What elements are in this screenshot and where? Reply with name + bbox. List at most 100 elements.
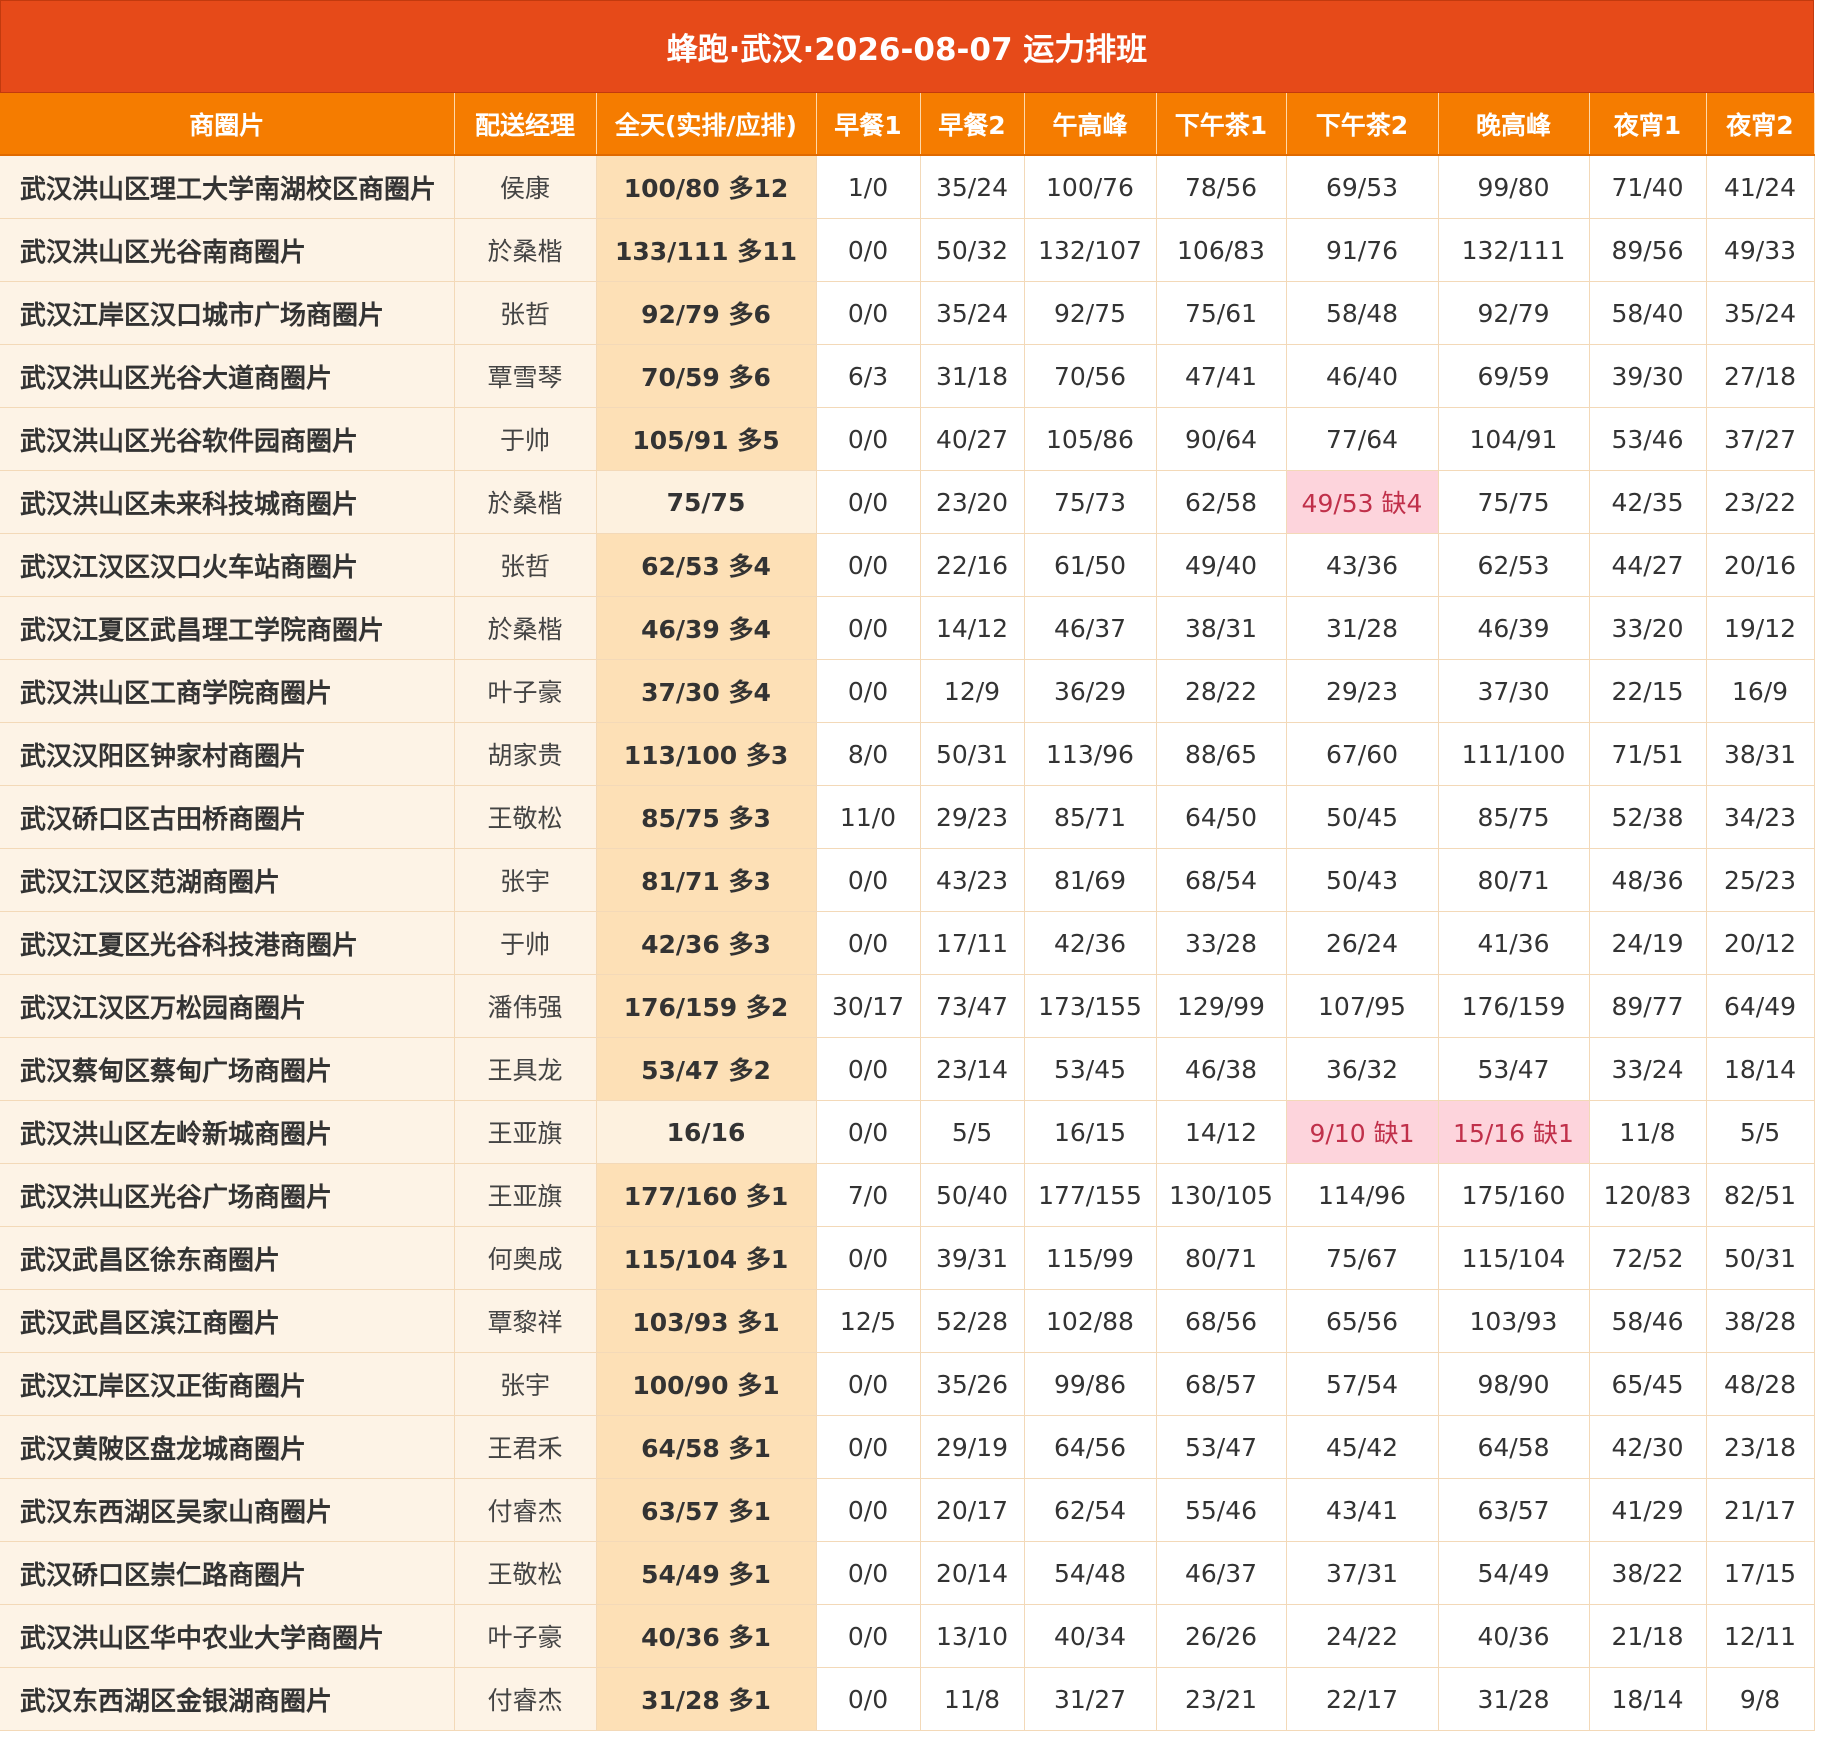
manager-cell: 王具龙 [454,1037,597,1101]
allday-cell: 85/75 多3 [596,785,817,849]
slot-cell: 11/8 [1589,1100,1707,1164]
slot-cell: 38/28 [1706,1289,1815,1353]
slot-cell: 98/90 [1438,1352,1590,1416]
slot-cell: 89/56 [1589,218,1707,282]
area-cell: 武汉黄陂区盘龙城商圈片 [0,1415,455,1479]
table-row: 武汉洪山区理工大学南湖校区商圈片 侯康 100/80 多12 1/0 35/24 100/… [0,155,1815,219]
slot-cell: 102/88 [1024,1289,1157,1353]
slot-cell: 33/28 [1156,911,1287,975]
column-header: 夜宵1 [1589,93,1707,156]
slot-cell: 68/56 [1156,1289,1287,1353]
area-cell: 武汉江夏区武昌理工学院商圈片 [0,596,455,660]
slot-cell: 20/17 [920,1478,1025,1542]
slot-cell: 25/23 [1706,848,1815,912]
area-cell: 武汉洪山区左岭新城商圈片 [0,1100,455,1164]
slot-cell: 41/29 [1589,1478,1707,1542]
area-cell: 武汉东西湖区吴家山商圈片 [0,1478,455,1542]
table-row: 武汉洪山区未来科技城商圈片 於桑楷 75/75 0/0 23/20 75/73 62/58 4… [0,470,1815,534]
slot-cell: 37/31 [1286,1541,1439,1605]
slot-cell: 43/41 [1286,1478,1439,1542]
slot-cell: 5/5 [1706,1100,1815,1164]
slot-cell: 54/48 [1024,1541,1157,1605]
table-row: 武汉洪山区光谷软件园商圈片 于帅 105/91 多5 0/0 40/27 105/86 90… [0,407,1815,471]
allday-cell: 113/100 多3 [596,722,817,786]
manager-cell: 覃雪琴 [454,344,597,408]
slot-cell: 23/18 [1706,1415,1815,1479]
allday-cell: 42/36 多3 [596,911,817,975]
slot-cell: 62/53 [1438,533,1590,597]
slot-cell: 12/9 [920,659,1025,723]
table-row: 武汉江汉区范湖商圈片 张宇 81/71 多3 0/0 43/23 81/69 68/54 50… [0,848,1815,912]
slot-cell: 107/95 [1286,974,1439,1038]
slot-cell: 35/24 [1706,281,1815,345]
table-row: 武汉江夏区光谷科技港商圈片 于帅 42/36 多3 0/0 17/11 42/36 33/2… [0,911,1815,975]
slot-cell: 35/24 [920,155,1025,219]
slot-cell: 0/0 [816,1415,921,1479]
table-row: 武汉江岸区汉口城市广场商圈片 张哲 92/79 多6 0/0 35/24 92/75 75/… [0,281,1815,345]
column-header: 夜宵2 [1706,93,1815,156]
slot-cell: 31/28 [1286,596,1439,660]
table-row: 武汉洪山区华中农业大学商圈片 叶子豪 40/36 多1 0/0 13/10 40/34 26… [0,1604,1815,1668]
slot-cell: 104/91 [1438,407,1590,471]
allday-cell: 103/93 多1 [596,1289,817,1353]
area-cell: 武汉江汉区万松园商圈片 [0,974,455,1038]
slot-cell: 103/93 [1438,1289,1590,1353]
manager-cell: 覃黎祥 [454,1289,597,1353]
table-row: 武汉江汉区万松园商圈片 潘伟强 176/159 多2 30/17 73/47 173/15… [0,974,1815,1038]
slot-cell: 46/37 [1024,596,1157,660]
area-cell: 武汉武昌区徐东商圈片 [0,1226,455,1290]
slot-cell: 9/8 [1706,1667,1815,1731]
slot-cell: 43/36 [1286,533,1439,597]
allday-cell: 100/80 多12 [596,155,817,219]
allday-cell: 92/79 多6 [596,281,817,345]
schedule-sheet: 蜂跑·武汉·2026-08-07 运力排班 商圈片 配送经理 全天(实排/应排)… [0,0,1815,1731]
slot-cell: 24/22 [1286,1604,1439,1668]
slot-cell: 8/0 [816,722,921,786]
area-cell: 武汉洪山区工商学院商圈片 [0,659,455,723]
slot-cell: 49/40 [1156,533,1287,597]
header-row: 商圈片 配送经理 全天(实排/应排) 早餐1 早餐2 午高峰 下午茶1 下午茶2… [0,93,1815,156]
slot-cell: 31/27 [1024,1667,1157,1731]
slot-cell: 35/26 [920,1352,1025,1416]
slot-cell: 26/24 [1286,911,1439,975]
column-header: 配送经理 [454,93,597,156]
slot-cell: 37/30 [1438,659,1590,723]
slot-cell: 48/28 [1706,1352,1815,1416]
table-body: 武汉洪山区理工大学南湖校区商圈片 侯康 100/80 多12 1/0 35/24 100/… [0,155,1815,1731]
slot-cell: 91/76 [1286,218,1439,282]
manager-cell: 张宇 [454,1352,597,1416]
slot-cell: 120/83 [1589,1163,1707,1227]
slot-cell: 23/20 [920,470,1025,534]
slot-cell: 0/0 [816,848,921,912]
allday-cell: 16/16 [596,1100,817,1164]
column-header: 下午茶1 [1156,93,1287,156]
slot-cell: 80/71 [1156,1226,1287,1290]
manager-cell: 于帅 [454,407,597,471]
table-row: 武汉硚口区古田桥商圈片 王敬松 85/75 多3 11/0 29/23 85/71 64/5… [0,785,1815,849]
manager-cell: 叶子豪 [454,1604,597,1668]
slot-cell: 20/14 [920,1541,1025,1605]
manager-cell: 叶子豪 [454,659,597,723]
slot-cell: 35/24 [920,281,1025,345]
shortage-cell: 49/53 缺4 [1286,470,1439,534]
slot-cell: 20/12 [1706,911,1815,975]
shortage-cell: 15/16 缺1 [1438,1100,1590,1164]
slot-cell: 0/0 [816,1226,921,1290]
manager-cell: 付睿杰 [454,1667,597,1731]
slot-cell: 65/56 [1286,1289,1439,1353]
slot-cell: 129/99 [1156,974,1287,1038]
area-cell: 武汉洪山区理工大学南湖校区商圈片 [0,155,455,219]
slot-cell: 68/57 [1156,1352,1287,1416]
slot-cell: 31/28 [1438,1667,1590,1731]
slot-cell: 50/43 [1286,848,1439,912]
slot-cell: 37/27 [1706,407,1815,471]
manager-cell: 张宇 [454,848,597,912]
slot-cell: 92/75 [1024,281,1157,345]
slot-cell: 90/64 [1156,407,1287,471]
slot-cell: 113/96 [1024,722,1157,786]
slot-cell: 31/18 [920,344,1025,408]
slot-cell: 41/36 [1438,911,1590,975]
slot-cell: 177/155 [1024,1163,1157,1227]
manager-cell: 何奥成 [454,1226,597,1290]
slot-cell: 12/5 [816,1289,921,1353]
